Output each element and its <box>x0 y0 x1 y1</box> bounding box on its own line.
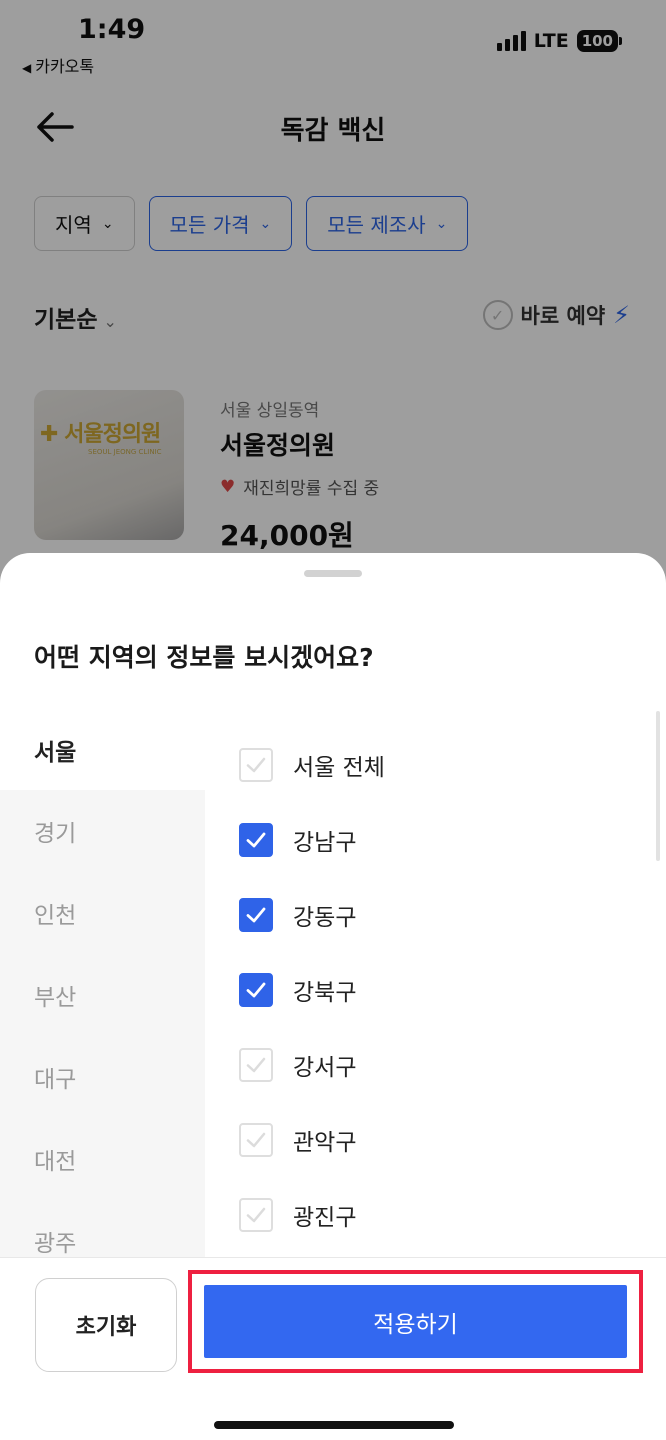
district-scrollbar[interactable] <box>656 711 660 861</box>
district-label: 강북구 <box>293 979 357 1006</box>
apply-button-highlight: 적용하기 <box>188 1270 643 1373</box>
region-bottom-sheet: 어떤 지역의 정보를 보시겠어요? 서울 경기 인천 부산 대구 대전 광주 서… <box>0 553 666 1440</box>
region-item-seoul[interactable]: 서울 <box>0 709 205 790</box>
region-item-busan[interactable]: 부산 <box>0 954 205 1036</box>
district-item[interactable]: 관악구 <box>205 1102 666 1177</box>
sheet-grabber[interactable] <box>304 570 362 577</box>
checkbox[interactable] <box>239 747 273 782</box>
region-list: 서울 경기 인천 부산 대구 대전 광주 <box>0 709 205 1257</box>
district-label: 강남구 <box>293 829 357 856</box>
district-list: 서울 전체 강남구 강동구 강북구 강서구 관악구 광진구 <box>205 709 666 1257</box>
checkbox[interactable] <box>239 1197 273 1232</box>
checkbox[interactable] <box>239 1122 273 1157</box>
sheet-footer: 초기화 적용하기 <box>0 1257 666 1440</box>
district-item[interactable]: 강남구 <box>205 802 666 877</box>
district-item[interactable]: 강서구 <box>205 1027 666 1102</box>
district-item[interactable]: 강동구 <box>205 877 666 952</box>
district-item[interactable]: 강북구 <box>205 952 666 1027</box>
home-indicator <box>214 1421 454 1429</box>
checkbox[interactable] <box>239 1047 273 1082</box>
reset-button[interactable]: 초기화 <box>35 1278 177 1372</box>
sheet-title: 어떤 지역의 정보를 보시겠어요? <box>34 643 374 672</box>
checkbox[interactable] <box>239 897 273 932</box>
district-item[interactable]: 서울 전체 <box>205 727 666 802</box>
district-item[interactable]: 광진구 <box>205 1177 666 1252</box>
district-label: 광진구 <box>293 1204 357 1231</box>
region-item-incheon[interactable]: 인천 <box>0 872 205 954</box>
region-item-gwangju[interactable]: 광주 <box>0 1200 205 1257</box>
region-item-gyeonggi[interactable]: 경기 <box>0 790 205 872</box>
district-label: 강서구 <box>293 1054 357 1081</box>
region-item-daegu[interactable]: 대구 <box>0 1036 205 1118</box>
checkbox[interactable] <box>239 972 273 1007</box>
region-item-daejeon[interactable]: 대전 <box>0 1118 205 1200</box>
checkbox[interactable] <box>239 822 273 857</box>
apply-button[interactable]: 적용하기 <box>204 1285 627 1358</box>
district-label: 관악구 <box>293 1129 357 1156</box>
district-label: 강동구 <box>293 904 357 931</box>
district-label: 서울 전체 <box>293 754 385 781</box>
